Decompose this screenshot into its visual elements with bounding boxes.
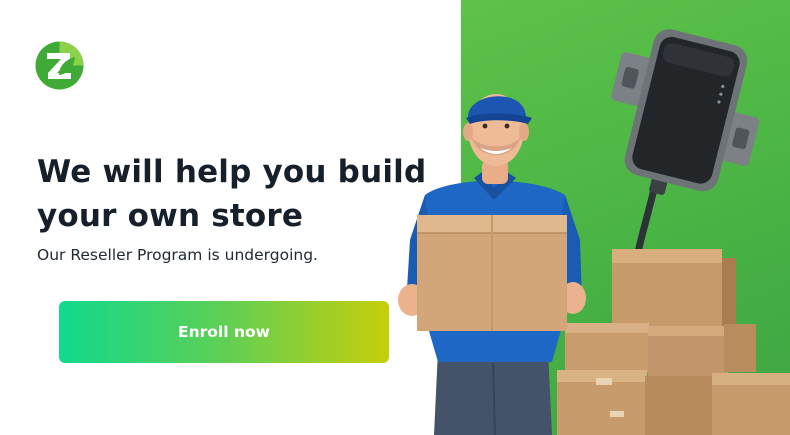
headline-line-2: your own store (37, 198, 304, 234)
gps-tracker-image (611, 29, 760, 266)
reseller-banner: We will help you build your own store Ou… (0, 0, 790, 435)
enroll-now-button[interactable]: Enroll now (59, 301, 389, 363)
subtitle-text: Our Reseller Program is undergoing. (37, 246, 318, 264)
brand-logo-z-leaf-icon[interactable] (35, 41, 84, 90)
headline-line-1: We will help you build (37, 154, 427, 190)
cardboard-boxes-image (557, 249, 790, 435)
headline: We will help you build your own store (37, 150, 437, 238)
